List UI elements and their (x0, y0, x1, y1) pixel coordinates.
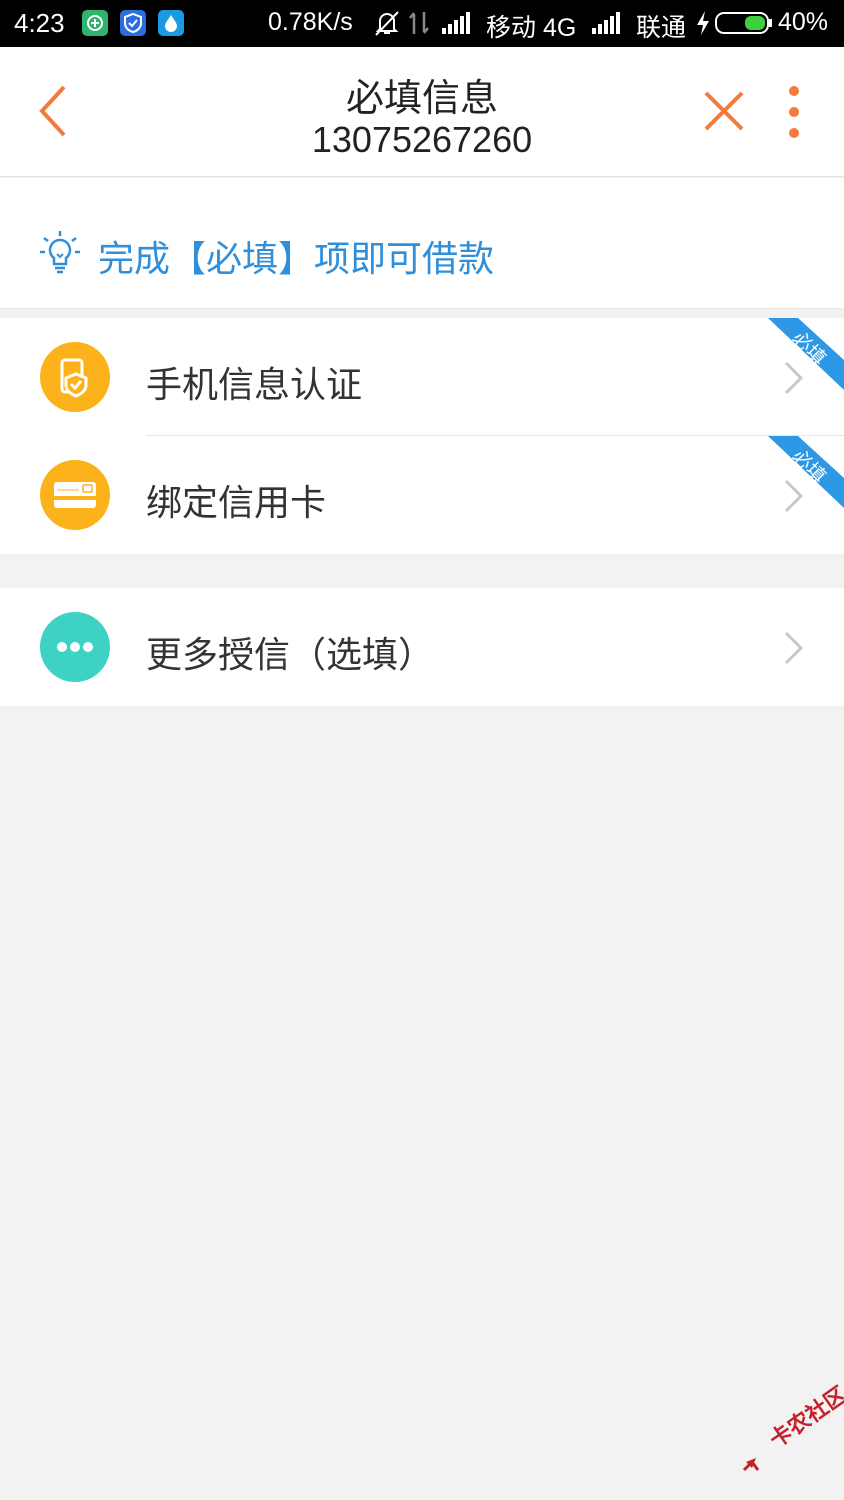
app-header: 必填信息 13075267260 (0, 47, 844, 177)
credit-card-icon (40, 460, 110, 530)
chevron-right-icon (782, 630, 806, 666)
notice-banner: 完成【必填】项即可借款 (0, 178, 844, 309)
carrier-1: 移动 4G (486, 14, 577, 42)
optional-list: 更多授信（选填） (0, 588, 844, 706)
more-menu-button[interactable] (778, 83, 810, 141)
network-speed: 0.78K/s (268, 8, 353, 36)
signal-icon (442, 12, 472, 34)
close-button[interactable] (700, 87, 748, 135)
status-time: 4:23 (14, 8, 65, 38)
charging-icon (695, 10, 711, 36)
lightbulb-icon (38, 230, 82, 276)
signal-icon-2 (592, 12, 622, 34)
security-app-icon (82, 10, 108, 36)
shield-app-icon (120, 10, 146, 36)
battery-percent: 40% (778, 8, 829, 36)
list-item-label: 更多授信（选填） (146, 635, 435, 676)
data-transfer-icon (408, 10, 430, 36)
carrier-2: 联通 (636, 14, 687, 42)
phone-shield-icon (40, 342, 110, 412)
required-list: 手机信息认证 必填 绑定信用卡 必填 (0, 318, 844, 554)
list-item-bind-card[interactable]: 绑定信用卡 必填 (0, 436, 844, 554)
drop-app-icon (158, 10, 184, 36)
battery-icon (715, 12, 773, 34)
list-item-phone-auth[interactable]: 手机信息认证 必填 (0, 318, 844, 436)
list-item-more-credit[interactable]: 更多授信（选填） (0, 588, 844, 706)
list-item-label: 手机信息认证 (146, 365, 363, 406)
mute-bell-icon (373, 9, 401, 37)
close-icon (704, 91, 744, 131)
more-vertical-icon (789, 86, 799, 138)
status-bar: 4:23 0.78K/s 移动 4G 联通 40% (0, 0, 844, 47)
notice-text: 完成【必填】项即可借款 (98, 239, 495, 280)
more-dots-icon (40, 612, 110, 682)
list-item-label: 绑定信用卡 (146, 483, 327, 524)
